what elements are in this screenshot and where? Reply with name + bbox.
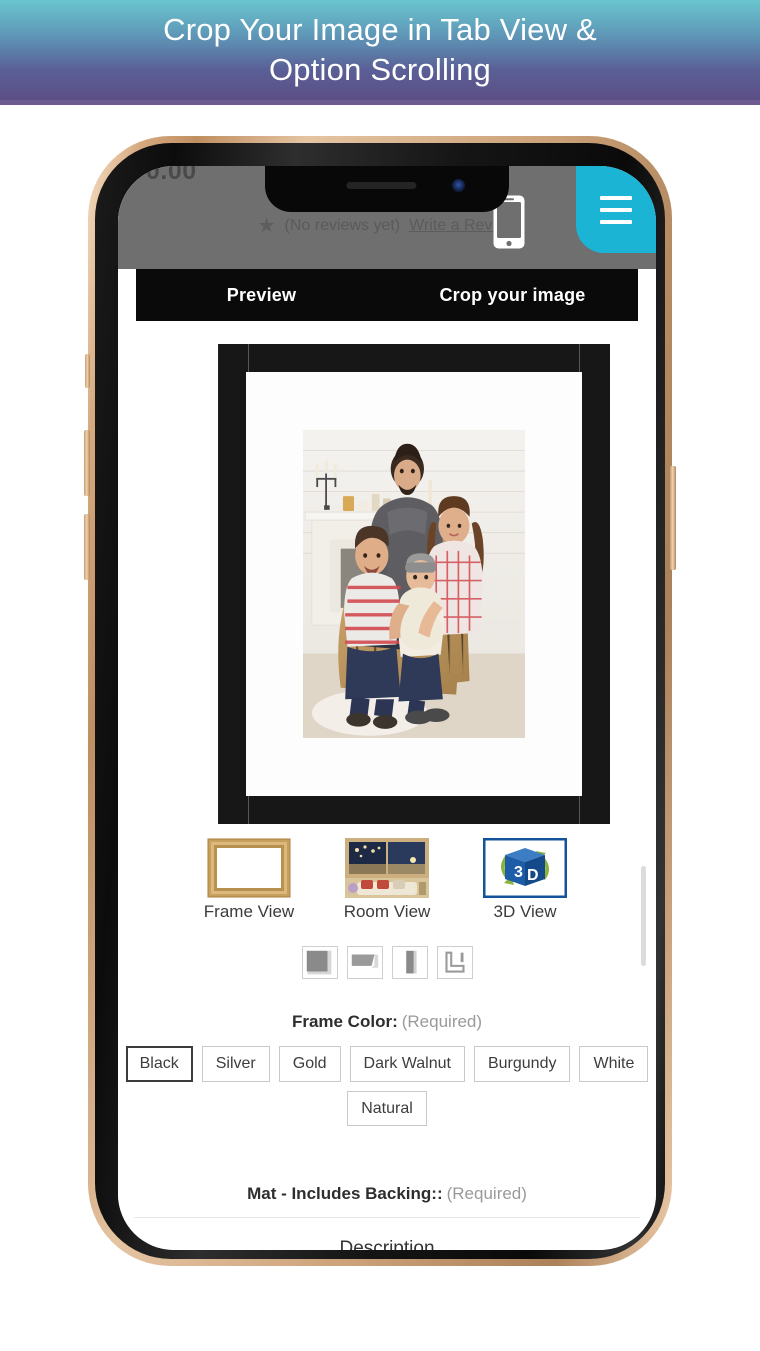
frame-color-option-natural[interactable]: Natural — [347, 1090, 427, 1127]
hamburger-line-3 — [600, 219, 632, 224]
description-heading: Description — [339, 1238, 435, 1250]
frame-miter-top-right — [579, 344, 580, 374]
options-scrollbar[interactable] — [641, 866, 646, 966]
product-price: 0.00 — [146, 166, 197, 185]
reviews-count-label: (No reviews yet) — [284, 217, 401, 234]
frame-profile-corner-icon[interactable] — [301, 946, 338, 979]
frame-profile-angle-icon[interactable] — [346, 946, 383, 979]
frame-color-option-black[interactable]: Black — [125, 1046, 193, 1082]
phone-volume-down-button[interactable] — [84, 514, 90, 580]
option-mat: Mat - Includes Backing:: (Required) — [118, 1184, 656, 1204]
tab-preview[interactable]: Preview — [136, 285, 387, 306]
phone-notch — [265, 166, 509, 212]
description-section: Description — [118, 1238, 656, 1250]
hamburger-line-1 — [600, 195, 632, 200]
banner-title: Crop Your Image in Tab View & Option Scr… — [163, 12, 597, 87]
frame-color-option-white[interactable]: White — [579, 1046, 649, 1082]
frame-color-option-burgundy[interactable]: Burgundy — [473, 1046, 571, 1082]
svg-text:D: D — [527, 867, 539, 884]
family-photo — [303, 430, 525, 738]
frame-miter-bottom-left — [248, 794, 249, 824]
frame-view-icon — [207, 838, 291, 898]
svg-text:3: 3 — [514, 864, 523, 881]
mat-required: (Required) — [446, 1184, 527, 1203]
phone-mute-switch[interactable] — [85, 354, 90, 388]
earpiece-speaker-icon — [346, 182, 417, 189]
view-option-label: Frame View — [203, 902, 295, 921]
phone-volume-up-button[interactable] — [84, 430, 90, 496]
frame-miter-bottom-right — [579, 794, 580, 824]
frame-color-choices: Black Silver Gold Dark Walnut Burgundy W… — [118, 1046, 656, 1127]
view-option-label: 3D View — [493, 902, 557, 921]
view-option-frame-view[interactable]: Frame View — [201, 838, 297, 922]
phone-mockup: 0.00 ★ (No reviews yet) Write a Review P… — [84, 136, 676, 1266]
frame-color-option-silver[interactable]: Silver — [201, 1046, 270, 1082]
frame-color-title: Frame Color: (Required) — [118, 1012, 656, 1032]
phone-screen: 0.00 ★ (No reviews yet) Write a Review P… — [118, 166, 656, 1250]
frame-profile-thumbnails — [118, 946, 656, 979]
section-divider-top — [134, 1217, 640, 1218]
frame-profile-section-icon[interactable] — [436, 946, 473, 979]
frame-profile-edge-icon[interactable] — [391, 946, 428, 979]
frame-miter-top-left — [248, 344, 249, 374]
product-page: 0.00 ★ (No reviews yet) Write a Review P… — [118, 166, 656, 1250]
mat-title: Mat - Includes Backing:: (Required) — [118, 1184, 656, 1204]
view-option-room-view[interactable]: Room View — [339, 838, 435, 922]
option-frame-color: Frame Color: (Required) Black Silver Gold… — [118, 1012, 656, 1127]
view-selector: Frame View Room View 3 D 3D View — [118, 837, 656, 922]
framed-photo-preview[interactable] — [218, 344, 610, 824]
frame-color-option-gold[interactable]: Gold — [278, 1046, 341, 1082]
room-view-icon — [345, 838, 429, 898]
mat-label: Mat - Includes Backing:: — [247, 1184, 443, 1203]
hamburger-line-2 — [600, 207, 632, 212]
tab-crop-your-image[interactable]: Crop your image — [387, 285, 638, 306]
front-camera-icon — [452, 179, 465, 192]
view-option-label: Room View — [343, 902, 431, 921]
frame-color-required: (Required) — [401, 1012, 483, 1031]
view-option-3d-view[interactable]: 3 D 3D View — [477, 837, 573, 922]
phone-bezel: 0.00 ★ (No reviews yet) Write a Review P… — [95, 143, 665, 1259]
frame-color-option-dark-walnut[interactable]: Dark Walnut — [349, 1046, 465, 1082]
star-icon: ★ — [257, 215, 276, 237]
photo-mat — [246, 372, 582, 796]
preview-tabbar: Preview Crop your image — [136, 269, 638, 321]
hamburger-menu-button[interactable] — [576, 166, 656, 253]
page-banner: Crop Your Image in Tab View & Option Scr… — [0, 0, 760, 100]
banner-underline — [0, 100, 760, 105]
frame-color-label: Frame Color: — [291, 1012, 398, 1031]
three-d-view-icon: 3 D — [482, 837, 568, 899]
phone-power-button[interactable] — [670, 466, 676, 570]
